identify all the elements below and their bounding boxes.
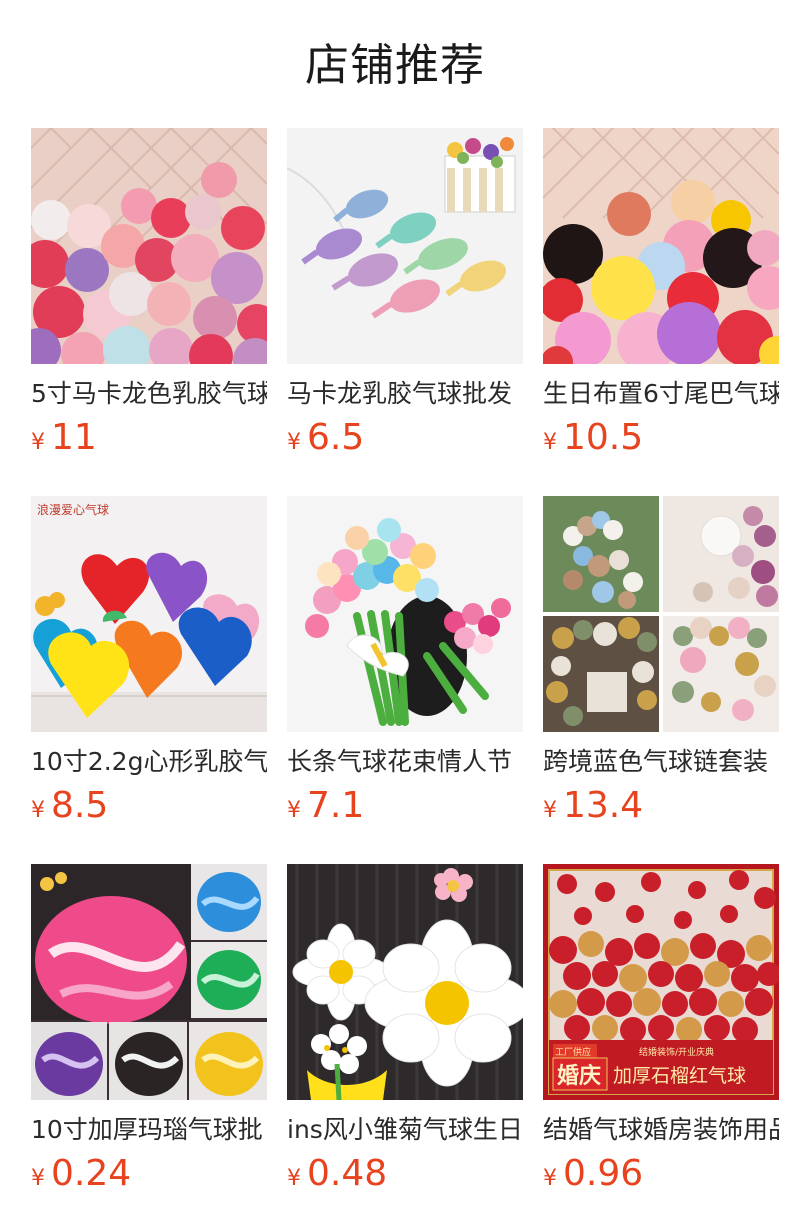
price-value: 11 <box>51 417 97 458</box>
product-price: ¥0.96 <box>543 1150 779 1204</box>
currency-symbol: ¥ <box>287 798 301 823</box>
product-image[interactable] <box>543 128 779 364</box>
currency-symbol: ¥ <box>543 430 557 455</box>
product-image[interactable] <box>543 496 779 732</box>
product-price: ¥13.4 <box>543 782 779 836</box>
banner-badge-text: 婚庆 <box>557 1063 601 1089</box>
price-value: 10.5 <box>563 417 644 458</box>
price-value: 6.5 <box>307 417 365 458</box>
currency-symbol: ¥ <box>543 1166 557 1191</box>
product-image[interactable]: 浪漫爱心气球 <box>31 496 267 732</box>
price-value: 7.1 <box>307 785 365 826</box>
currency-symbol: ¥ <box>287 1166 301 1191</box>
product-card[interactable]: 生日布置6寸尾巴气球 ¥10.5 <box>543 128 779 468</box>
product-image[interactable] <box>31 128 267 364</box>
product-price: ¥0.48 <box>287 1150 523 1204</box>
product-card[interactable]: 5寸马卡龙色乳胶气球 ¥11 <box>31 128 267 468</box>
price-value: 0.24 <box>51 1153 132 1194</box>
product-name[interactable]: 长条气球花束情人节 <box>287 746 523 778</box>
product-card[interactable]: 跨境蓝色气球链套装 ¥13.4 <box>543 496 779 836</box>
product-image[interactable] <box>287 496 523 732</box>
product-price: ¥11 <box>31 414 267 468</box>
product-card[interactable]: ins风小雏菊气球生日 ¥0.48 <box>287 864 523 1204</box>
product-name[interactable]: 5寸马卡龙色乳胶气球 <box>31 378 267 410</box>
product-price: ¥7.1 <box>287 782 523 836</box>
product-price: ¥0.24 <box>31 1150 267 1204</box>
product-name[interactable]: 10寸2.2g心形乳胶气 <box>31 746 267 778</box>
product-card[interactable]: 马卡龙乳胶气球批发 ¥6.5 <box>287 128 523 468</box>
currency-symbol: ¥ <box>31 430 45 455</box>
currency-symbol: ¥ <box>31 1166 45 1191</box>
product-name[interactable]: 马卡龙乳胶气球批发 <box>287 378 523 410</box>
product-card[interactable]: 长条气球花束情人节 ¥7.1 <box>287 496 523 836</box>
currency-symbol: ¥ <box>287 430 301 455</box>
banner-small-text: 工厂供应 <box>555 1046 591 1058</box>
price-value: 13.4 <box>563 785 644 826</box>
product-price: ¥6.5 <box>287 414 523 468</box>
product-name[interactable]: ins风小雏菊气球生日 <box>287 1114 523 1146</box>
product-name[interactable]: 结婚气球婚房装饰用品 <box>543 1114 779 1146</box>
currency-symbol: ¥ <box>31 798 45 823</box>
thumb-label: 浪漫爱心气球 <box>37 502 109 517</box>
price-value: 0.48 <box>307 1153 388 1194</box>
product-image[interactable] <box>287 128 523 364</box>
product-card[interactable]: 工厂供应 结婚装饰/开业庆典 婚庆 加厚石榴红气球 结婚气球婚房装饰用品 ¥0.… <box>543 864 779 1204</box>
product-card[interactable]: 10寸加厚玛瑙气球批 ¥0.24 <box>31 864 267 1204</box>
banner-main-text: 加厚石榴红气球 <box>613 1065 746 1087</box>
product-price: ¥8.5 <box>31 782 267 836</box>
product-card[interactable]: 浪漫爱心气球 10寸2.2g心形乳胶气 ¥8.5 <box>31 496 267 836</box>
banner-mid-text: 结婚装饰/开业庆典 <box>639 1046 714 1058</box>
currency-symbol: ¥ <box>543 798 557 823</box>
product-image[interactable]: 工厂供应 结婚装饰/开业庆典 婚庆 加厚石榴红气球 <box>543 864 779 1100</box>
product-name[interactable]: 生日布置6寸尾巴气球 <box>543 378 779 410</box>
section-title: 店铺推荐 <box>305 40 485 91</box>
product-image[interactable] <box>31 864 267 1100</box>
product-name[interactable]: 跨境蓝色气球链套装 <box>543 746 779 778</box>
product-image[interactable] <box>287 864 523 1100</box>
product-price: ¥10.5 <box>543 414 779 468</box>
product-name[interactable]: 10寸加厚玛瑙气球批 <box>31 1114 267 1146</box>
price-value: 0.96 <box>563 1153 644 1194</box>
price-value: 8.5 <box>51 785 109 826</box>
